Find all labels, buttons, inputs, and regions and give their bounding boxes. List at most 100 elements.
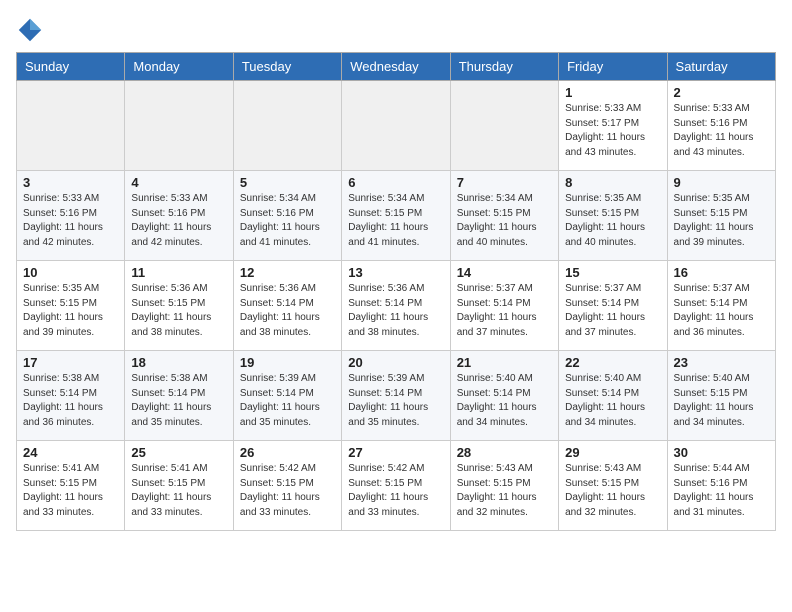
weekday-header-sunday: Sunday bbox=[17, 53, 125, 81]
page-header bbox=[0, 0, 792, 52]
calendar-table: SundayMondayTuesdayWednesdayThursdayFrid… bbox=[16, 52, 776, 531]
day-number: 23 bbox=[674, 355, 769, 370]
day-info: Sunrise: 5:35 AM Sunset: 5:15 PM Dayligh… bbox=[565, 192, 660, 250]
day-number: 6 bbox=[348, 175, 443, 190]
day-number: 14 bbox=[457, 265, 552, 280]
calendar-cell: 26 Sunrise: 5:42 AM Sunset: 5:15 PM Dayli… bbox=[233, 441, 341, 531]
calendar-cell: 18 Sunrise: 5:38 AM Sunset: 5:14 PM Dayli… bbox=[125, 351, 233, 441]
calendar-cell bbox=[450, 81, 558, 171]
weekday-header-saturday: Saturday bbox=[667, 53, 775, 81]
day-info: Sunrise: 5:33 AM Sunset: 5:16 PM Dayligh… bbox=[23, 192, 118, 250]
day-info: Sunrise: 5:41 AM Sunset: 5:15 PM Dayligh… bbox=[23, 462, 118, 520]
calendar-cell: 8 Sunrise: 5:35 AM Sunset: 5:15 PM Daylig… bbox=[559, 171, 667, 261]
calendar-cell: 27 Sunrise: 5:42 AM Sunset: 5:15 PM Dayli… bbox=[342, 441, 450, 531]
calendar-cell: 25Sunrise: 5:41 AM Sunset: 5:15 PM Dayli… bbox=[125, 441, 233, 531]
calendar-week-4: 17 Sunrise: 5:38 AM Sunset: 5:14 PM Dayli… bbox=[17, 351, 776, 441]
weekday-header-tuesday: Tuesday bbox=[233, 53, 341, 81]
day-number: 26 bbox=[240, 445, 335, 460]
calendar-week-3: 10Sunrise: 5:35 AM Sunset: 5:15 PM Dayli… bbox=[17, 261, 776, 351]
calendar-cell: 17 Sunrise: 5:38 AM Sunset: 5:14 PM Dayli… bbox=[17, 351, 125, 441]
weekday-header-thursday: Thursday bbox=[450, 53, 558, 81]
calendar-cell: 30 Sunrise: 5:44 AM Sunset: 5:16 PM Dayli… bbox=[667, 441, 775, 531]
day-number: 2 bbox=[674, 85, 769, 100]
calendar-cell: 5Sunrise: 5:34 AM Sunset: 5:16 PM Daylig… bbox=[233, 171, 341, 261]
day-number: 16 bbox=[674, 265, 769, 280]
day-info: Sunrise: 5:38 AM Sunset: 5:14 PM Dayligh… bbox=[131, 372, 226, 430]
day-info: Sunrise: 5:39 AM Sunset: 5:14 PM Dayligh… bbox=[348, 372, 443, 430]
calendar-cell: 28 Sunrise: 5:43 AM Sunset: 5:15 PM Dayli… bbox=[450, 441, 558, 531]
day-info: Sunrise: 5:43 AM Sunset: 5:15 PM Dayligh… bbox=[565, 462, 660, 520]
day-info: Sunrise: 5:36 AM Sunset: 5:14 PM Dayligh… bbox=[348, 282, 443, 340]
day-number: 4 bbox=[131, 175, 226, 190]
calendar-cell: 12 Sunrise: 5:36 AM Sunset: 5:14 PM Dayli… bbox=[233, 261, 341, 351]
day-number: 25 bbox=[131, 445, 226, 460]
calendar-cell: 6 Sunrise: 5:34 AM Sunset: 5:15 PM Daylig… bbox=[342, 171, 450, 261]
day-number: 19 bbox=[240, 355, 335, 370]
calendar-cell: 21 Sunrise: 5:40 AM Sunset: 5:14 PM Dayli… bbox=[450, 351, 558, 441]
day-info: Sunrise: 5:44 AM Sunset: 5:16 PM Dayligh… bbox=[674, 462, 769, 520]
day-number: 29 bbox=[565, 445, 660, 460]
calendar-header: SundayMondayTuesdayWednesdayThursdayFrid… bbox=[17, 53, 776, 81]
day-info: Sunrise: 5:42 AM Sunset: 5:15 PM Dayligh… bbox=[240, 462, 335, 520]
day-info: Sunrise: 5:34 AM Sunset: 5:16 PM Dayligh… bbox=[240, 192, 335, 250]
day-info: Sunrise: 5:43 AM Sunset: 5:15 PM Dayligh… bbox=[457, 462, 552, 520]
day-number: 28 bbox=[457, 445, 552, 460]
day-info: Sunrise: 5:36 AM Sunset: 5:14 PM Dayligh… bbox=[240, 282, 335, 340]
day-info: Sunrise: 5:39 AM Sunset: 5:14 PM Dayligh… bbox=[240, 372, 335, 430]
calendar-cell: 11Sunrise: 5:36 AM Sunset: 5:15 PM Dayli… bbox=[125, 261, 233, 351]
day-info: Sunrise: 5:38 AM Sunset: 5:14 PM Dayligh… bbox=[23, 372, 118, 430]
day-info: Sunrise: 5:42 AM Sunset: 5:15 PM Dayligh… bbox=[348, 462, 443, 520]
weekday-header-friday: Friday bbox=[559, 53, 667, 81]
day-number: 15 bbox=[565, 265, 660, 280]
calendar-cell: 22 Sunrise: 5:40 AM Sunset: 5:14 PM Dayli… bbox=[559, 351, 667, 441]
day-number: 12 bbox=[240, 265, 335, 280]
day-info: Sunrise: 5:35 AM Sunset: 5:15 PM Dayligh… bbox=[674, 192, 769, 250]
calendar-cell: 14 Sunrise: 5:37 AM Sunset: 5:14 PM Dayli… bbox=[450, 261, 558, 351]
day-number: 7 bbox=[457, 175, 552, 190]
calendar-cell: 19 Sunrise: 5:39 AM Sunset: 5:14 PM Dayli… bbox=[233, 351, 341, 441]
logo bbox=[16, 16, 48, 44]
calendar-cell: 23 Sunrise: 5:40 AM Sunset: 5:15 PM Dayli… bbox=[667, 351, 775, 441]
calendar-cell: 3 Sunrise: 5:33 AM Sunset: 5:16 PM Daylig… bbox=[17, 171, 125, 261]
calendar-week-2: 3 Sunrise: 5:33 AM Sunset: 5:16 PM Daylig… bbox=[17, 171, 776, 261]
calendar-cell: 20 Sunrise: 5:39 AM Sunset: 5:14 PM Dayli… bbox=[342, 351, 450, 441]
day-info: Sunrise: 5:40 AM Sunset: 5:15 PM Dayligh… bbox=[674, 372, 769, 430]
calendar-week-1: 1Sunrise: 5:33 AM Sunset: 5:17 PM Daylig… bbox=[17, 81, 776, 171]
weekday-header-monday: Monday bbox=[125, 53, 233, 81]
day-number: 13 bbox=[348, 265, 443, 280]
day-info: Sunrise: 5:34 AM Sunset: 5:15 PM Dayligh… bbox=[348, 192, 443, 250]
calendar-cell: 10Sunrise: 5:35 AM Sunset: 5:15 PM Dayli… bbox=[17, 261, 125, 351]
day-number: 18 bbox=[131, 355, 226, 370]
day-number: 30 bbox=[674, 445, 769, 460]
calendar-cell: 1Sunrise: 5:33 AM Sunset: 5:17 PM Daylig… bbox=[559, 81, 667, 171]
logo-icon bbox=[16, 16, 44, 44]
day-number: 21 bbox=[457, 355, 552, 370]
day-info: Sunrise: 5:33 AM Sunset: 5:16 PM Dayligh… bbox=[674, 102, 769, 160]
calendar-cell bbox=[17, 81, 125, 171]
day-number: 17 bbox=[23, 355, 118, 370]
day-info: Sunrise: 5:40 AM Sunset: 5:14 PM Dayligh… bbox=[565, 372, 660, 430]
day-number: 9 bbox=[674, 175, 769, 190]
day-number: 22 bbox=[565, 355, 660, 370]
calendar-week-5: 24Sunrise: 5:41 AM Sunset: 5:15 PM Dayli… bbox=[17, 441, 776, 531]
day-number: 3 bbox=[23, 175, 118, 190]
day-number: 8 bbox=[565, 175, 660, 190]
day-info: Sunrise: 5:40 AM Sunset: 5:14 PM Dayligh… bbox=[457, 372, 552, 430]
day-info: Sunrise: 5:36 AM Sunset: 5:15 PM Dayligh… bbox=[131, 282, 226, 340]
weekday-header-row: SundayMondayTuesdayWednesdayThursdayFrid… bbox=[17, 53, 776, 81]
day-info: Sunrise: 5:37 AM Sunset: 5:14 PM Dayligh… bbox=[457, 282, 552, 340]
calendar-cell: 7 Sunrise: 5:34 AM Sunset: 5:15 PM Daylig… bbox=[450, 171, 558, 261]
day-number: 10 bbox=[23, 265, 118, 280]
calendar-cell: 4 Sunrise: 5:33 AM Sunset: 5:16 PM Daylig… bbox=[125, 171, 233, 261]
day-number: 27 bbox=[348, 445, 443, 460]
weekday-header-wednesday: Wednesday bbox=[342, 53, 450, 81]
day-info: Sunrise: 5:34 AM Sunset: 5:15 PM Dayligh… bbox=[457, 192, 552, 250]
day-info: Sunrise: 5:37 AM Sunset: 5:14 PM Dayligh… bbox=[565, 282, 660, 340]
calendar-body: 1Sunrise: 5:33 AM Sunset: 5:17 PM Daylig… bbox=[17, 81, 776, 531]
day-info: Sunrise: 5:33 AM Sunset: 5:16 PM Dayligh… bbox=[131, 192, 226, 250]
day-number: 20 bbox=[348, 355, 443, 370]
calendar-cell: 29 Sunrise: 5:43 AM Sunset: 5:15 PM Dayli… bbox=[559, 441, 667, 531]
calendar-cell: 2 Sunrise: 5:33 AM Sunset: 5:16 PM Daylig… bbox=[667, 81, 775, 171]
calendar-cell: 9 Sunrise: 5:35 AM Sunset: 5:15 PM Daylig… bbox=[667, 171, 775, 261]
calendar-cell bbox=[125, 81, 233, 171]
